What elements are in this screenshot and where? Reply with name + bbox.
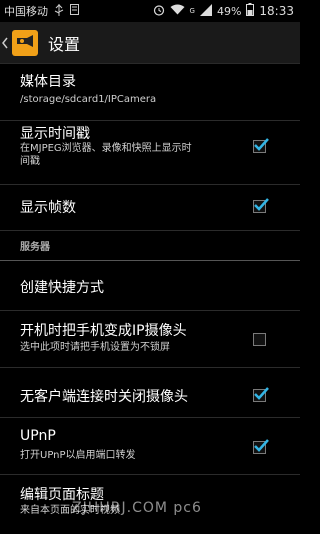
page-title: 设置 (48, 34, 81, 54)
back-chevron-icon[interactable] (0, 22, 10, 63)
setting-title: 创建快捷方式 (20, 280, 104, 296)
show-timestamp-checkbox[interactable] (253, 138, 269, 153)
action-bar: 设置 (0, 22, 300, 64)
setting-title: UPnP (20, 428, 56, 444)
close-no-client-checkbox[interactable] (253, 387, 269, 402)
setting-summary: 选中此项时请把手机设置为不锁屏 (20, 342, 170, 353)
boot-camera-checkbox[interactable] (253, 333, 266, 346)
setting-boot-camera[interactable]: 开机时把手机变成IP摄像头 选中此项时请把手机设置为不锁屏 (0, 310, 300, 368)
checkmark-icon (254, 138, 269, 151)
section-header-server: 服务器 (0, 230, 300, 261)
section-header-label: 服务器 (20, 242, 50, 253)
setting-upnp[interactable]: UPnP 打开UPnP以启用端口转发 (0, 417, 300, 475)
battery-icon (246, 3, 255, 19)
battery-percent: 49% (216, 4, 242, 18)
setting-title: 显示时间戳 (20, 126, 90, 142)
setting-show-timestamp[interactable]: 显示时间戳 在MJPEG浏览器、录像和快照上显示时 间戳 (0, 120, 300, 185)
setting-summary: 在MJPEG浏览器、录像和快照上显示时 (20, 143, 192, 154)
clock: 18:33 (259, 4, 294, 18)
setting-title: 显示帧数 (20, 200, 76, 216)
carrier-label: 中国移动 (4, 5, 48, 18)
setting-title: 无客户端连接时关闭摄像头 (20, 389, 188, 405)
network-type: G (189, 7, 195, 15)
setting-summary: /storage/sdcard1/IPCamera (20, 94, 157, 105)
setting-summary: 打开UPnP以启用端口转发 (20, 450, 136, 461)
status-bar: 中国移动 G 49% 18:33 (0, 0, 300, 22)
setting-summary-line2: 间戳 (20, 156, 40, 167)
setting-media-directory[interactable]: 媒体目录 /storage/sdcard1/IPCamera (0, 63, 300, 121)
upnp-checkbox[interactable] (253, 439, 269, 454)
alarm-icon (153, 4, 165, 19)
setting-create-shortcut[interactable]: 创建快捷方式 (0, 260, 300, 311)
notification-icon (70, 4, 79, 18)
usb-icon (54, 3, 64, 19)
checkmark-icon (254, 439, 269, 452)
app-logo-icon[interactable] (12, 29, 38, 56)
setting-show-fps[interactable]: 显示帧数 (0, 184, 300, 231)
signal-icon (199, 3, 212, 19)
setting-title: 开机时把手机变成IP摄像头 (20, 323, 187, 339)
wifi-icon (170, 4, 185, 18)
show-fps-checkbox[interactable] (253, 198, 269, 213)
checkmark-icon (254, 387, 269, 400)
checkmark-icon (254, 198, 269, 211)
setting-close-no-client[interactable]: 无客户端连接时关闭摄像头 (0, 367, 300, 418)
setting-title: 媒体目录 (20, 74, 76, 90)
watermark: ZJHHRJ.COM pc6 (72, 500, 202, 516)
